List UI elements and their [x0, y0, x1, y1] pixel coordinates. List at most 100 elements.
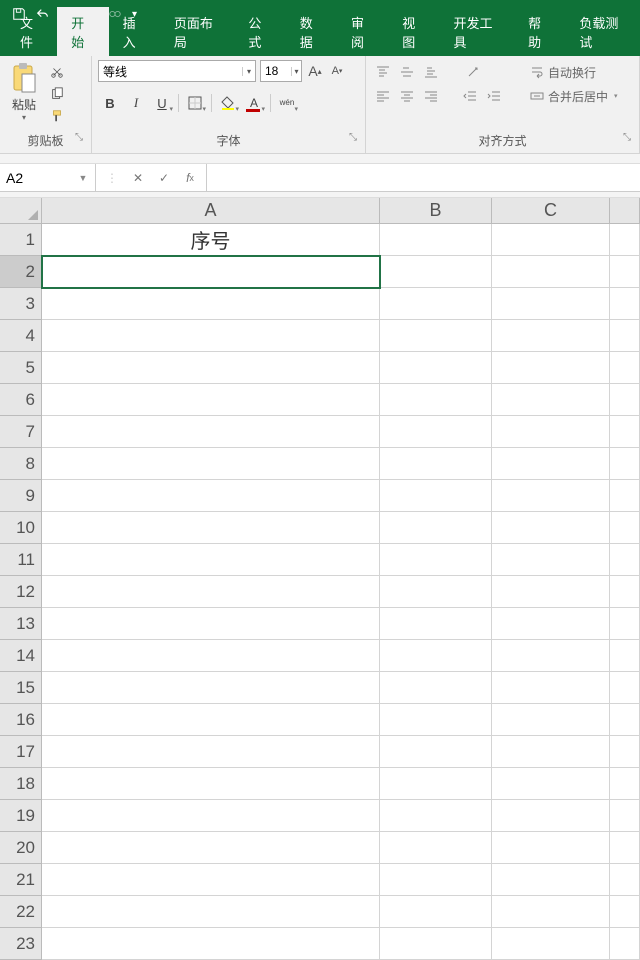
cell[interactable] — [42, 352, 380, 384]
cell[interactable] — [610, 416, 640, 448]
cell[interactable] — [610, 896, 640, 928]
underline-button[interactable]: U — [150, 92, 174, 114]
cell[interactable] — [380, 576, 492, 608]
cell[interactable] — [42, 576, 380, 608]
cell[interactable] — [492, 864, 610, 896]
cell[interactable] — [610, 928, 640, 960]
row-header[interactable]: 6 — [0, 384, 42, 416]
increase-font-icon[interactable]: A▴ — [306, 61, 324, 81]
formula-input[interactable] — [207, 164, 640, 191]
cell[interactable] — [380, 352, 492, 384]
row-header[interactable]: 1 — [0, 224, 42, 256]
row-header[interactable]: 19 — [0, 800, 42, 832]
cell[interactable] — [42, 864, 380, 896]
align-top-icon[interactable] — [372, 62, 394, 82]
cell[interactable] — [42, 672, 380, 704]
row-header[interactable]: 2 — [0, 256, 42, 288]
font-size-combo[interactable]: ▾ — [260, 60, 302, 82]
cell[interactable] — [380, 832, 492, 864]
cell[interactable] — [42, 640, 380, 672]
cell[interactable] — [492, 768, 610, 800]
cell[interactable] — [610, 832, 640, 864]
alignment-launcher-icon[interactable]: ⤡ — [623, 132, 631, 143]
cell[interactable] — [610, 544, 640, 576]
col-header[interactable] — [610, 198, 640, 224]
cell[interactable] — [42, 736, 380, 768]
format-painter-icon[interactable] — [46, 106, 68, 126]
row-header[interactable]: 17 — [0, 736, 42, 768]
cell[interactable] — [42, 480, 380, 512]
cell[interactable] — [380, 256, 492, 288]
cell[interactable] — [42, 832, 380, 864]
cell[interactable] — [380, 544, 492, 576]
cell[interactable] — [492, 480, 610, 512]
cell[interactable]: 序号 — [42, 224, 380, 256]
align-bottom-icon[interactable] — [420, 62, 442, 82]
font-launcher-icon[interactable]: ⤡ — [349, 132, 357, 143]
tab-home[interactable]: 开始 — [57, 7, 108, 56]
row-header[interactable]: 11 — [0, 544, 42, 576]
row-header[interactable]: 4 — [0, 320, 42, 352]
orientation-button[interactable] — [459, 62, 487, 82]
row-header[interactable]: 8 — [0, 448, 42, 480]
tab-data[interactable]: 数据 — [286, 7, 337, 56]
cell[interactable] — [380, 288, 492, 320]
cell[interactable] — [610, 480, 640, 512]
cell[interactable] — [492, 224, 610, 256]
cell[interactable] — [380, 896, 492, 928]
align-center-icon[interactable] — [396, 86, 418, 106]
cut-icon[interactable] — [46, 62, 68, 82]
col-header[interactable]: C — [492, 198, 610, 224]
cell[interactable] — [492, 640, 610, 672]
cell[interactable] — [610, 256, 640, 288]
cell[interactable] — [42, 512, 380, 544]
cell[interactable] — [380, 384, 492, 416]
cell[interactable] — [610, 320, 640, 352]
select-all-corner[interactable] — [0, 198, 42, 224]
row-header[interactable]: 14 — [0, 640, 42, 672]
tab-insert[interactable]: 插入 — [109, 7, 160, 56]
cell[interactable] — [492, 896, 610, 928]
tab-formula[interactable]: 公式 — [234, 7, 285, 56]
cell[interactable] — [42, 288, 380, 320]
font-size-dropdown-icon[interactable]: ▾ — [291, 67, 301, 76]
cell[interactable] — [492, 832, 610, 864]
cell[interactable] — [42, 768, 380, 800]
name-box-dropdown-icon[interactable]: ▼ — [74, 173, 92, 183]
cell[interactable] — [492, 704, 610, 736]
cell[interactable] — [42, 896, 380, 928]
cell[interactable] — [380, 736, 492, 768]
cell[interactable] — [380, 320, 492, 352]
font-name-combo[interactable]: ▾ — [98, 60, 256, 82]
tab-review[interactable]: 审阅 — [337, 7, 388, 56]
borders-button[interactable] — [183, 92, 207, 114]
cell[interactable] — [380, 768, 492, 800]
cell[interactable] — [610, 864, 640, 896]
cell[interactable] — [492, 736, 610, 768]
cell[interactable] — [380, 480, 492, 512]
cell[interactable] — [492, 608, 610, 640]
cell[interactable] — [42, 384, 380, 416]
row-header[interactable]: 18 — [0, 768, 42, 800]
cell[interactable] — [610, 384, 640, 416]
cell[interactable] — [42, 544, 380, 576]
font-name-input[interactable] — [99, 64, 242, 78]
clipboard-launcher-icon[interactable]: ⤡ — [75, 132, 83, 143]
row-header[interactable]: 13 — [0, 608, 42, 640]
row-header[interactable]: 20 — [0, 832, 42, 864]
cell[interactable] — [42, 928, 380, 960]
wrap-text-button[interactable]: 自动换行 — [526, 62, 622, 82]
decrease-indent-icon[interactable] — [459, 86, 481, 106]
row-header[interactable]: 22 — [0, 896, 42, 928]
cell[interactable] — [492, 384, 610, 416]
enter-icon[interactable]: ✓ — [152, 166, 176, 190]
cell[interactable] — [610, 608, 640, 640]
cell[interactable] — [610, 224, 640, 256]
cell[interactable] — [380, 928, 492, 960]
cell[interactable] — [610, 736, 640, 768]
row-header[interactable]: 3 — [0, 288, 42, 320]
cell[interactable] — [380, 864, 492, 896]
align-middle-icon[interactable] — [396, 62, 418, 82]
tab-loadtest[interactable]: 负载测试 — [565, 7, 640, 56]
copy-icon[interactable] — [46, 84, 68, 104]
